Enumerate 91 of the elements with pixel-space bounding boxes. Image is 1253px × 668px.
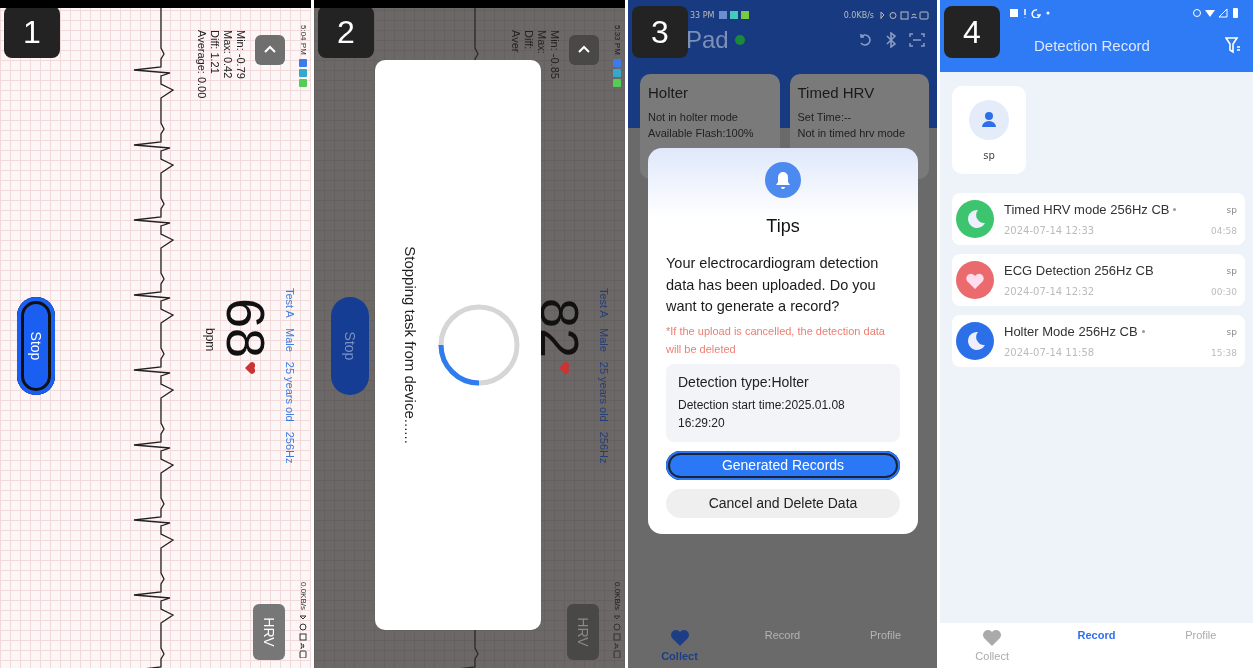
patient-info: 256Hz: [598, 431, 610, 464]
patient-info: Male: [284, 327, 296, 352]
patient-info: Male: [598, 327, 610, 352]
status-time: 33 PM: [690, 10, 715, 20]
generate-records-button[interactable]: Generated Records: [666, 450, 900, 480]
hrv-button[interactable]: HRV: [567, 604, 599, 660]
record-date: 2024-07-14 12:33: [1004, 225, 1095, 236]
collapse-button[interactable]: [569, 35, 599, 65]
step-number: 1: [4, 6, 60, 58]
status-icons: [299, 614, 308, 658]
filter-icon[interactable]: [1225, 36, 1241, 54]
patient-info: Test A: [284, 288, 296, 318]
stat-value: Min: -0.85: [548, 30, 561, 79]
card-text: Not in timed hrv mode: [797, 127, 907, 139]
patient-info: 25 years old: [598, 361, 610, 422]
status-time: 5:04 PM: [299, 25, 308, 55]
step-number: 3: [632, 6, 688, 58]
record-title: ECG Detection 256Hz CB: [1004, 263, 1154, 278]
heart-rate: 82: [531, 298, 589, 359]
heart-icon: [558, 362, 569, 375]
record-title: Holter Mode 256Hz CB: [1004, 324, 1138, 339]
record-user: sp: [1226, 204, 1237, 215]
stat-value: Diff: 1.21: [208, 30, 221, 76]
stop-button[interactable]: Stop: [331, 297, 369, 395]
record-duration: 15:38: [1211, 347, 1237, 358]
heart-icon: [244, 362, 255, 375]
record-date: 2024-07-14 12:32: [1004, 286, 1095, 297]
heart-icon: [669, 629, 690, 647]
card-text: Not in holter mode: [648, 111, 739, 123]
network-speed: 0.0KB/s: [843, 10, 874, 20]
card-text: Available Flash:100%: [648, 127, 755, 139]
app-title: Pad: [686, 26, 729, 54]
network-speed: 0.0KB/s: [613, 582, 622, 610]
cancel-delete-button[interactable]: Cancel and Delete Data: [666, 488, 900, 518]
tab-item[interactable]: Record: [1061, 629, 1132, 662]
card-title: Timed HRV: [797, 84, 876, 101]
stat-value: Min: -0.79: [234, 30, 247, 81]
heart-rate: 68: [217, 298, 275, 359]
tab-item[interactable]: Profile: [850, 629, 921, 662]
record-item[interactable]: Holter Mode 256Hz CB sp 2024-07-14 11:58 15:38: [952, 315, 1245, 367]
stat-value: Diff:: [522, 30, 535, 52]
notification-icons: [719, 11, 752, 19]
collapse-button[interactable]: [255, 35, 285, 65]
record-user: sp: [1226, 265, 1237, 276]
avatar-icon: [969, 99, 1009, 140]
record-item[interactable]: Timed HRV mode 256Hz CB sp 2024-07-14 12:33 04:58: [952, 193, 1245, 245]
record-duration: 00:30: [1211, 286, 1237, 297]
patient-info: 256Hz: [284, 431, 296, 464]
patient-info: Test A: [598, 288, 610, 318]
tab-item[interactable]: Record: [747, 629, 818, 662]
heart-icon: [982, 629, 1003, 647]
stat-value: Aver: [509, 30, 522, 55]
record-date: 2024-07-14 11:58: [1004, 347, 1095, 358]
tab-item[interactable]: Collect: [957, 629, 1028, 662]
step-number: 4: [944, 6, 1000, 58]
notification-icons: [613, 58, 622, 89]
status-icons: [879, 10, 929, 20]
warning-text: *If the upload is cancelled, the detection data will be deleted: [666, 323, 886, 357]
status-icons: [613, 614, 622, 658]
profile-card[interactable]: sp: [952, 86, 1026, 174]
profile-name: sp: [983, 149, 995, 161]
bluetooth-icon[interactable]: [885, 32, 897, 48]
status-time: 5:33 PM: [613, 25, 622, 55]
stat-value: Max:: [535, 30, 548, 56]
step-number: 2: [318, 6, 374, 58]
stop-button[interactable]: Stop: [17, 297, 55, 395]
patient-info: 25 years old: [284, 361, 296, 422]
scan-icon[interactable]: [909, 32, 925, 48]
stat-value: Max: 0.42: [221, 30, 234, 81]
network-speed: 0.0KB/s: [299, 582, 308, 610]
progress-message: Stopping task from device......: [402, 246, 419, 444]
stat-value: Average: 0.00: [195, 30, 208, 99]
dialog-title: Tips: [766, 216, 800, 237]
notification-icons: [1010, 8, 1050, 18]
record-item[interactable]: ECG Detection 256Hz CB sp 2024-07-14 12:32 00:30: [952, 254, 1245, 306]
record-title: Timed HRV mode 256Hz CB: [1004, 202, 1170, 217]
record-duration: 04:58: [1211, 225, 1237, 236]
detection-type: Detection type:Holter: [678, 373, 810, 390]
status-icons: [1193, 8, 1241, 18]
refresh-icon[interactable]: [857, 32, 873, 48]
card-title: Holter: [648, 84, 689, 101]
dialog-message: Your electrocardiogram detection data has been uploaded. Do you want to generate a record?: [666, 254, 880, 316]
hrv-button[interactable]: HRV: [253, 604, 285, 660]
screen-title: Detection Record: [1033, 36, 1151, 54]
record-user: sp: [1226, 326, 1237, 337]
card-text: Set Time:--: [797, 111, 853, 123]
detection-start-time: Detection start time:2025.01.08 16:29:20: [678, 396, 846, 432]
connected-dot-icon: [734, 35, 745, 45]
notification-icons: [299, 58, 308, 89]
tab-item[interactable]: Profile: [1165, 629, 1236, 662]
heart-rate-unit: bpm: [203, 328, 217, 352]
